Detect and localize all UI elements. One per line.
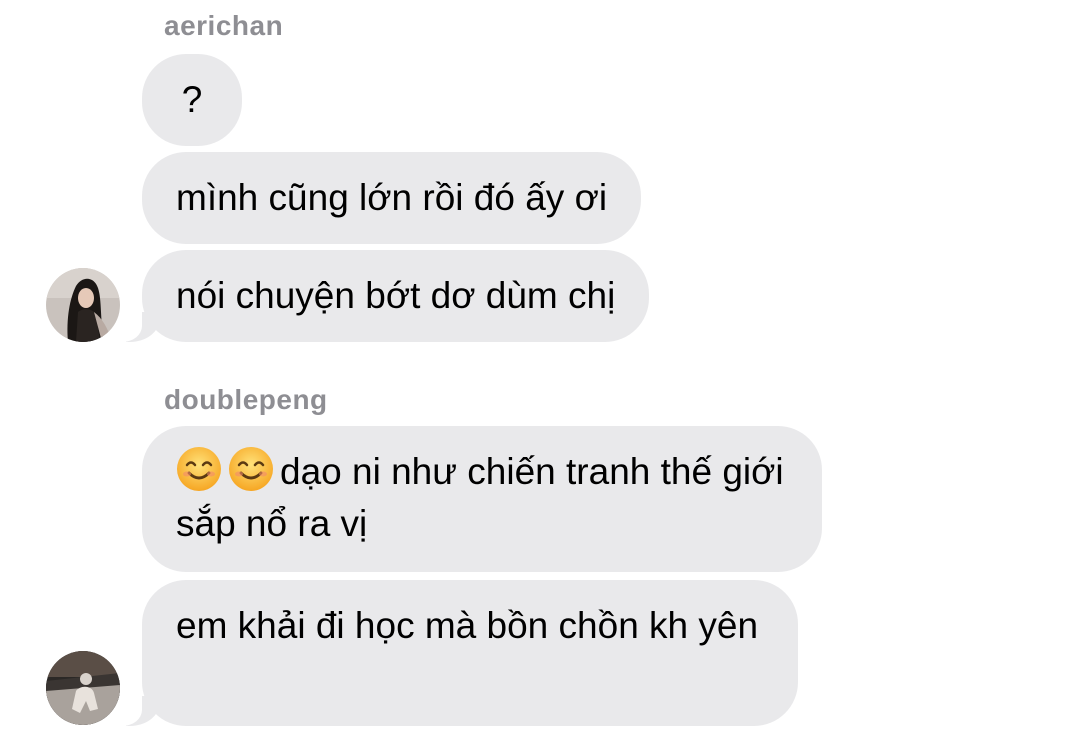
avatar-photo-icon [46,651,120,725]
sender-name-doublepeng: doublepeng [164,384,328,415]
message-bubble[interactable]: nói chuyện bớt dơ dùm chị [111,250,650,342]
message-text: ? [181,79,203,120]
avatar-doublepeng[interactable] [46,651,120,725]
message-bubble[interactable]: em khải đi học mà bồn chồn kh yên [112,580,798,726]
message-text: nói chuyện bớt dơ dùm chị [176,275,616,316]
message-text: mình cũng lớn rồi đó ấy ơi [176,177,608,218]
message-text: em khải đi học mà bồn chồn kh yên [176,605,759,646]
message-bubble[interactable]: ? [142,54,242,146]
emoji-smiling-face-icon [176,446,222,492]
avatar-photo-icon [46,268,120,342]
sender-name-aerichan: aerichan [164,10,284,41]
emoji-smiling-face-icon [228,446,274,492]
message-bubble[interactable]: dạo ni như chiến tranh thế giới sắp nổ r… [142,426,822,572]
message-bubble[interactable]: mình cũng lớn rồi đó ấy ơi [142,152,642,244]
avatar-aerichan[interactable] [46,268,120,342]
